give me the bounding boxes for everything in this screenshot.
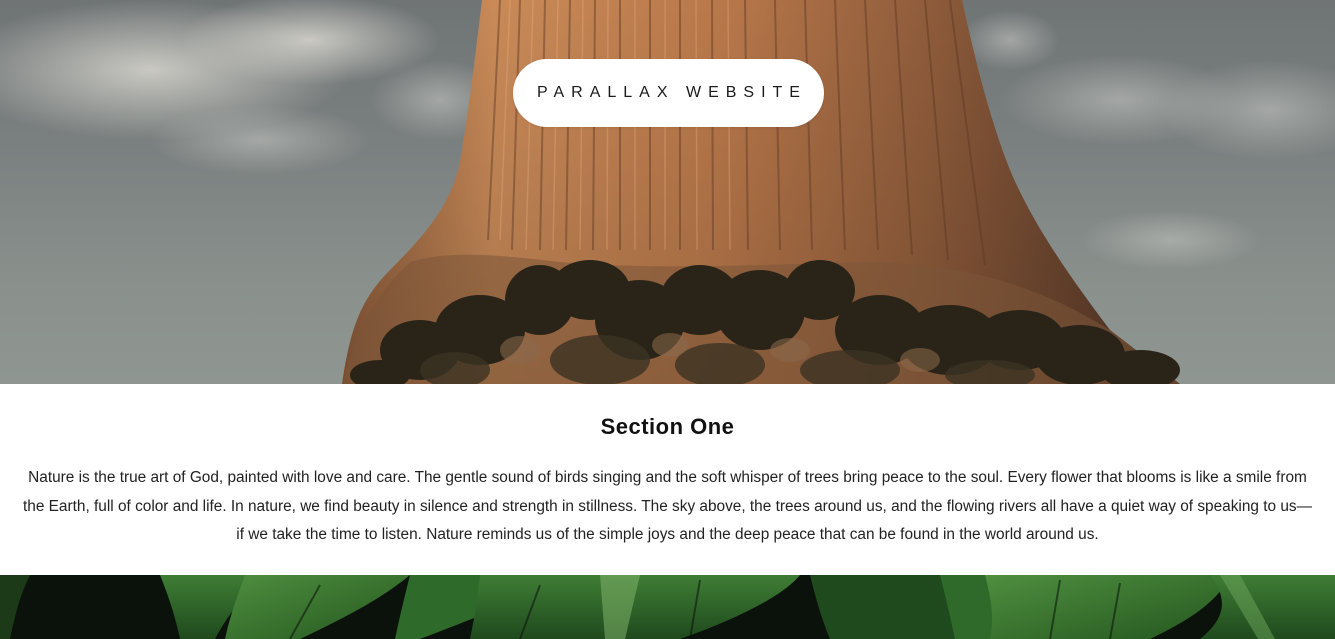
leaves-background-image: [0, 575, 1335, 639]
section-body-text: Nature is the true art of God, painted w…: [23, 469, 1312, 543]
section-one: Section One Nature is the true art of Go…: [0, 384, 1335, 575]
monstera-leaves-image: [0, 575, 1335, 639]
site-title-badge: PARALLAX WEBSITE: [513, 59, 824, 127]
section-heading: Section One: [600, 414, 735, 439]
page: PARALLAX WEBSITE Section One Nature is t…: [0, 0, 1335, 639]
site-title: PARALLAX WEBSITE: [537, 84, 807, 101]
hero-background-image: PARALLAX WEBSITE: [0, 0, 1335, 384]
devils-tower-image: [0, 0, 1335, 384]
